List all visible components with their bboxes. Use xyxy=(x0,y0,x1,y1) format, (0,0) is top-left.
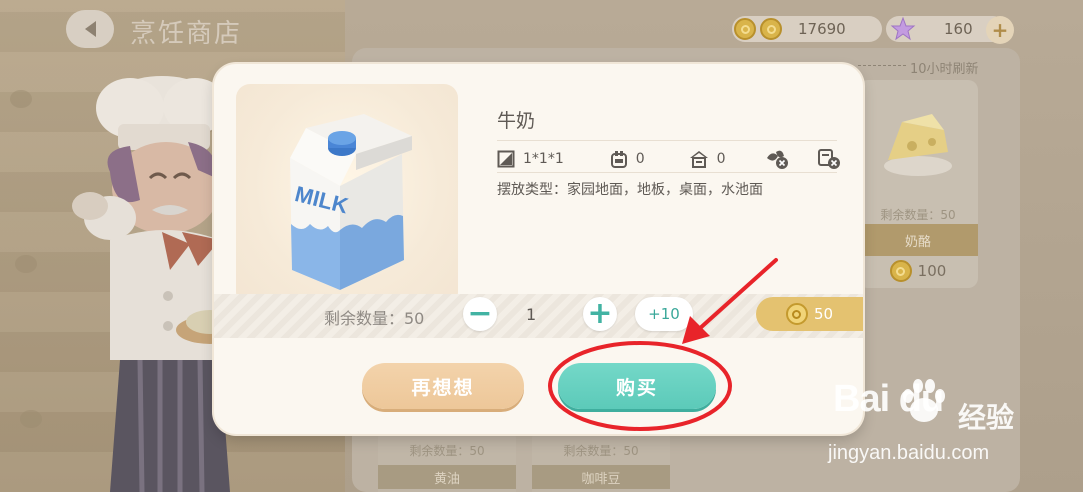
divider xyxy=(858,65,906,66)
coin-counter: 17690 xyxy=(732,16,882,42)
item-stats: 1*1*1 0 0 xyxy=(497,146,842,172)
shop-item-card[interactable]: 剩余数量：50 咖啡豆 xyxy=(532,430,670,492)
coin-icon xyxy=(760,18,782,40)
plus-icon: + xyxy=(991,18,1009,42)
decrease-quantity-button[interactable]: − xyxy=(463,297,497,331)
divider xyxy=(497,140,837,141)
house-icon xyxy=(689,151,708,168)
remaining-count: 剩余数量：50 xyxy=(409,444,485,458)
no-gift-icon xyxy=(766,150,788,169)
quantity-value: 1 xyxy=(526,305,537,324)
no-gift-stat xyxy=(764,148,790,170)
price-value: 100 xyxy=(917,262,947,280)
house-stat: 0 xyxy=(689,150,726,168)
item-name: 黄油 xyxy=(378,465,516,489)
coin-amount: 17690 xyxy=(798,20,846,38)
watermark-text: 经验 xyxy=(958,401,1015,434)
shop-item-card[interactable]: 剩余数量：50 奶酪 100 xyxy=(858,80,978,288)
comfort-value: 0 xyxy=(635,151,645,167)
house-value: 0 xyxy=(716,151,726,167)
placement-type: 摆放类型：家园地面，地板，桌面，水池面 xyxy=(497,182,763,198)
coin-icon xyxy=(734,18,756,40)
shop-item-card[interactable]: 剩余数量：50 黄油 xyxy=(378,430,516,492)
milk-carton-icon: MILK xyxy=(290,114,412,290)
purchase-dialog: MILK 牛奶 1*1*1 0 0 摆放类型：家园地面，地板，桌面，水池面 剩余… xyxy=(214,64,863,434)
total-price: 50 xyxy=(756,297,863,331)
minus-icon: − xyxy=(467,296,493,331)
divider xyxy=(497,172,837,173)
size-icon xyxy=(497,150,515,168)
back-arrow-icon xyxy=(84,21,96,37)
price-value: 50 xyxy=(813,305,834,323)
shop-title: 烹饪商店 xyxy=(130,19,243,49)
coin-icon xyxy=(889,260,912,282)
pattern-decoration xyxy=(20,410,42,428)
add-ten-button[interactable]: +10 xyxy=(635,297,693,331)
star-icon xyxy=(890,16,916,41)
item-name: 咖啡豆 xyxy=(532,465,670,489)
pattern-decoration xyxy=(10,90,32,108)
size-value: 1*1*1 xyxy=(523,151,564,167)
watermark-url: jingyan.baidu.com xyxy=(828,442,990,464)
remaining-count: 剩余数量：50 xyxy=(880,208,956,222)
size-stat: 1*1*1 xyxy=(497,150,564,168)
no-trade-stat xyxy=(816,148,842,170)
item-name: 奶酪 xyxy=(858,224,978,256)
paw-icon xyxy=(903,379,945,422)
rethink-button[interactable]: 再想想 xyxy=(362,363,524,409)
star-amount: 160 xyxy=(944,20,973,38)
remaining-count: 剩余数量：50 xyxy=(563,444,639,458)
back-button[interactable] xyxy=(66,10,114,48)
comfort-stat: 0 xyxy=(610,150,645,168)
coin-icon xyxy=(785,303,808,325)
cheese-icon xyxy=(868,90,968,200)
item-name: 牛奶 xyxy=(497,110,536,132)
refresh-timer: 10小时刷新 xyxy=(910,62,979,77)
bag-icon xyxy=(610,151,627,168)
no-trade-icon xyxy=(817,149,840,169)
add-currency-button[interactable]: + xyxy=(986,16,1014,44)
plus-icon: + xyxy=(587,296,613,331)
item-preview: MILK xyxy=(236,84,458,306)
increase-quantity-button[interactable]: + xyxy=(583,297,617,331)
remaining-count: 剩余数量：50 xyxy=(324,309,425,328)
pattern-decoration xyxy=(15,255,37,273)
buy-button[interactable]: 购买 xyxy=(558,363,716,409)
item-price: 100 xyxy=(858,260,978,282)
